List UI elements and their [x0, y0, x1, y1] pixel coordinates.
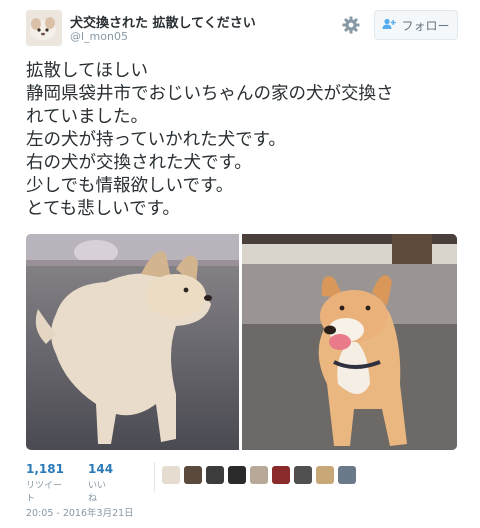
liker-avatar[interactable] — [294, 466, 312, 484]
photo-left-dog[interactable] — [26, 234, 239, 450]
tweet-text: 拡散してほしい 静岡県袋井市でおじいちゃんの家の犬が交換さ れていました。 左の… — [26, 60, 466, 221]
like-stat[interactable]: 144 いいね — [88, 462, 113, 504]
like-count: 144 — [88, 462, 114, 476]
author-handle[interactable]: @l_mon05 — [70, 30, 128, 43]
liker-avatar[interactable] — [228, 466, 246, 484]
tweet-line: とても悲しいです。 — [26, 199, 180, 219]
stats-divider — [154, 462, 155, 492]
photo-right-dog[interactable] — [242, 234, 457, 450]
tweet-line: 静岡県袋井市でおじいちゃんの家の犬が交換さ — [26, 84, 394, 104]
tweet-line: 拡散してほしい — [26, 61, 148, 81]
retweet-label: リツイート — [26, 481, 63, 504]
liker-avatar[interactable] — [184, 466, 202, 484]
author-avatar[interactable] — [26, 10, 62, 46]
tweet-timestamp[interactable]: 20:05 - 2016年3月21日 — [26, 505, 134, 519]
retweet-stat[interactable]: 1,181 リツイート — [26, 462, 64, 504]
liker-avatar[interactable] — [338, 466, 356, 484]
liker-avatar[interactable] — [272, 466, 290, 484]
tweet-line: 右の犬が交換された犬です。 — [26, 153, 252, 173]
add-user-icon — [382, 18, 397, 33]
tweet-line: れていました。 — [26, 107, 148, 127]
like-label: いいね — [88, 481, 107, 504]
tweet-line: 左の犬が持っていかれた犬です。 — [26, 130, 286, 150]
liker-avatar[interactable] — [250, 466, 268, 484]
liker-avatar[interactable] — [162, 466, 180, 484]
tweet-header: 犬交換された 拡散してください @l_mon05 フォロー — [26, 10, 458, 46]
follow-button-label: フォロー — [401, 18, 450, 33]
liker-avatar[interactable] — [316, 466, 334, 484]
gear-icon[interactable] — [342, 16, 360, 34]
follow-button[interactable]: フォロー — [374, 10, 458, 40]
liker-avatars — [162, 466, 356, 484]
tweet-line: 少しでも情報欲しいです。 — [26, 176, 234, 196]
retweet-count: 1,181 — [26, 462, 64, 476]
author-display-name[interactable]: 犬交換された 拡散してください — [70, 12, 256, 31]
liker-avatar[interactable] — [206, 466, 224, 484]
tweet-photos — [26, 234, 457, 450]
